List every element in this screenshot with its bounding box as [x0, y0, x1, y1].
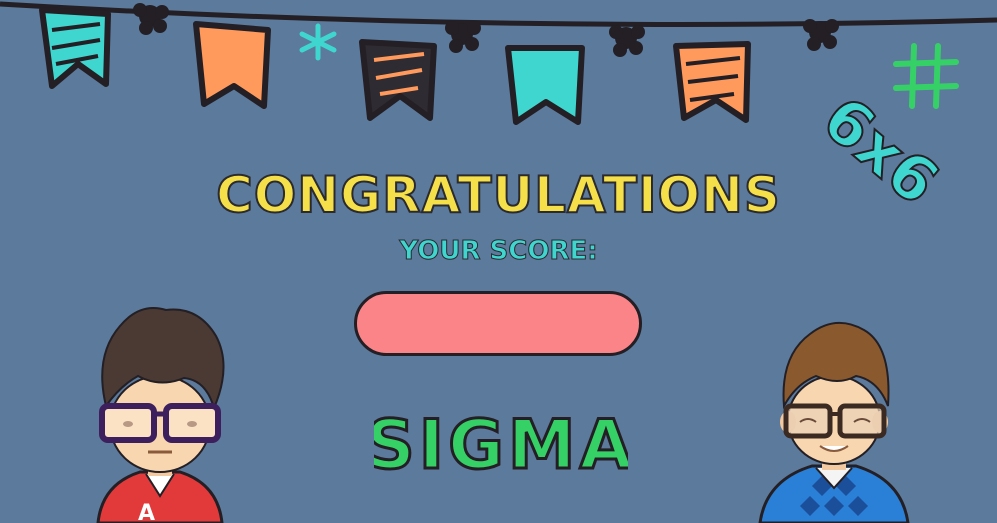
flag-dark-striped — [359, 39, 437, 121]
congratulations-screen: 6x6 CONGRATULATIONS YOUR SCORE: SIGMA A — [0, 0, 997, 523]
score-display — [354, 291, 642, 356]
flag-teal — [505, 45, 585, 125]
sigma-logo: SIGMA — [374, 405, 628, 479]
congratulations-title: CONGRATULATIONS — [215, 165, 781, 225]
asterisk-decor — [299, 23, 337, 61]
sigma-logo-text: SIGMA — [374, 406, 628, 478]
boy-character-left: A — [96, 307, 225, 523]
flag-orange — [193, 21, 271, 109]
flag-orange-striped — [673, 41, 751, 123]
svg-text:A: A — [138, 501, 155, 523]
boy-character-right — [758, 322, 910, 523]
your-score-label: YOUR SCORE: — [399, 236, 598, 267]
flag-teal-striped — [39, 7, 111, 89]
